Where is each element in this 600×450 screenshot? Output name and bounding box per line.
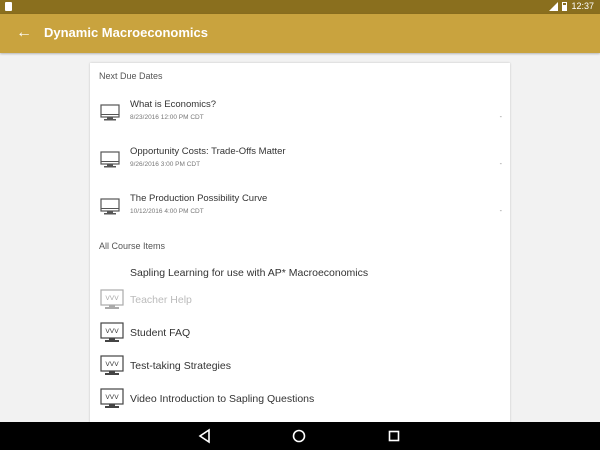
course-item-label: Test-taking Strategies <box>130 360 231 372</box>
due-item[interactable]: What is Economics? 8/23/2016 12:00 PM CD… <box>90 99 510 139</box>
due-item-date: 8/23/2016 12:00 PM CDT <box>130 114 204 121</box>
svg-text:VVV: VVV <box>105 294 119 302</box>
signal-icon <box>549 1 559 11</box>
due-item-status: - <box>499 208 502 215</box>
video-monitor-icon: VVV <box>100 289 124 309</box>
due-item-title: Opportunity Costs: Trade-Offs Matter <box>130 146 286 157</box>
svg-text:VVV: VVV <box>105 393 119 401</box>
course-item-test-taking[interactable]: VVV Test-taking Strategies <box>90 353 510 381</box>
course-item-sapling[interactable]: Sapling Learning for use with AP* Macroe… <box>90 260 510 288</box>
due-item[interactable]: The Production Possibility Curve 10/12/2… <box>90 193 510 233</box>
course-card: Next Due Dates What is Economics? 8/23/2… <box>90 63 510 423</box>
recents-square-icon[interactable] <box>386 428 402 444</box>
battery-icon <box>562 1 568 11</box>
all-course-items-header: All Course Items <box>99 241 166 251</box>
due-item-status: - <box>499 161 502 168</box>
svg-text:VVV: VVV <box>105 360 119 368</box>
video-monitor-icon: VVV <box>100 322 124 342</box>
due-item-title: What is Economics? <box>130 99 217 110</box>
video-monitor-icon: VVV <box>100 388 124 408</box>
computer-icon <box>100 151 120 168</box>
due-item[interactable]: Opportunity Costs: Trade-Offs Matter 9/2… <box>90 146 510 186</box>
course-item-student-faq[interactable]: VVV Student FAQ <box>90 320 510 348</box>
status-bar: 12:37 <box>0 0 600 14</box>
course-item-teacher-help[interactable]: VVV Teacher Help <box>90 287 510 315</box>
course-item-label: Sapling Learning for use with AP* Macroe… <box>130 267 369 279</box>
next-due-header: Next Due Dates <box>99 71 163 81</box>
home-circle-icon[interactable] <box>291 428 307 444</box>
due-item-date: 10/12/2016 4:00 PM CDT <box>130 208 204 215</box>
course-item-label: Teacher Help <box>130 294 192 306</box>
svg-text:VVV: VVV <box>105 327 119 335</box>
page-title: Dynamic Macroeconomics <box>44 25 209 40</box>
computer-icon <box>100 198 120 215</box>
course-item-label: Student FAQ <box>130 327 191 339</box>
arrow-left-icon[interactable]: ← <box>14 23 34 43</box>
notification-icon <box>5 2 12 11</box>
video-monitor-icon: VVV <box>100 355 124 375</box>
due-item-date: 9/26/2016 3:00 PM CDT <box>130 161 201 168</box>
course-item-video-intro[interactable]: VVV Video Introduction to Sapling Questi… <box>90 386 510 414</box>
system-nav-bar <box>0 422 600 450</box>
computer-icon <box>100 104 120 121</box>
due-item-status: - <box>499 114 502 121</box>
app-bar: ← Dynamic Macroeconomics <box>0 14 600 53</box>
status-time: 12:37 <box>571 1 594 11</box>
status-icons: 12:37 <box>549 1 594 11</box>
course-item-label: Video Introduction to Sapling Questions <box>130 393 315 405</box>
due-item-title: The Production Possibility Curve <box>130 193 268 204</box>
back-triangle-icon[interactable] <box>197 428 213 444</box>
